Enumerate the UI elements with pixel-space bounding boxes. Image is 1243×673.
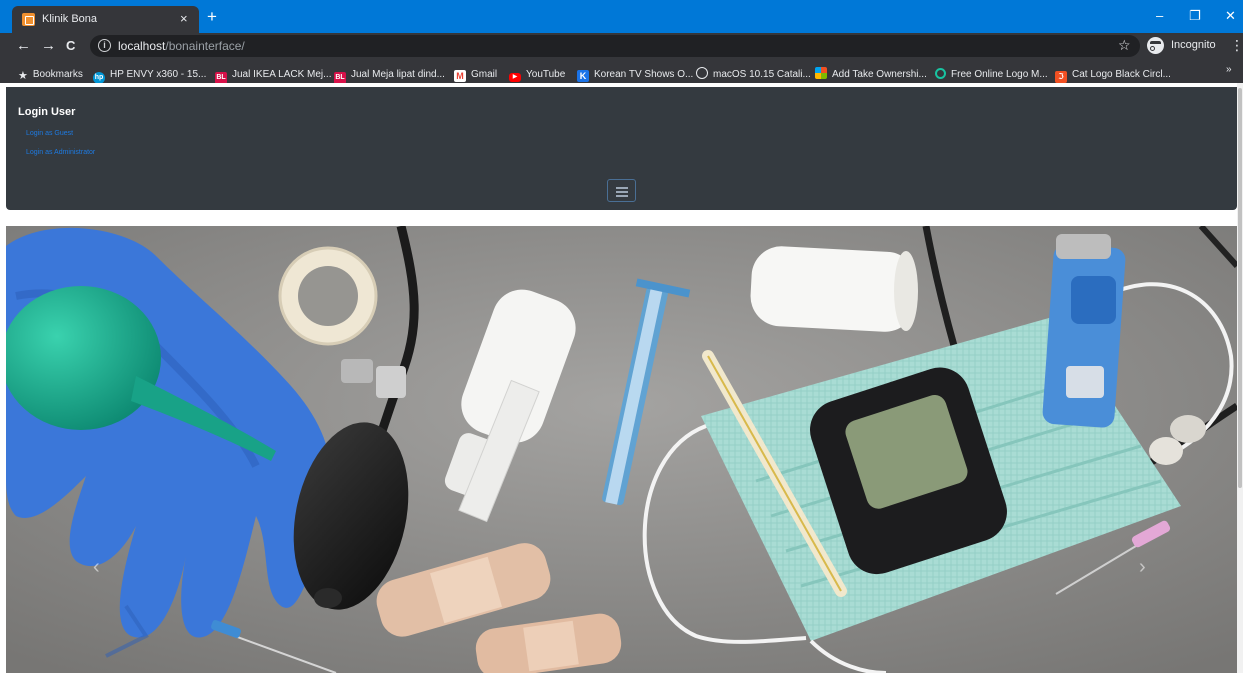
login-admin-link[interactable]: Login as Administrator — [26, 149, 95, 156]
bookmarks-bar: ★ Bookmarks hp HP ENVY x360 - 15... BL Jual… — [0, 59, 1243, 84]
site-info-icon[interactable]: i — [98, 39, 111, 52]
bookmark-gmail[interactable]: M Gmail — [454, 64, 497, 82]
page-scrollbar[interactable] — [1237, 83, 1243, 673]
medical-supplies-image — [6, 226, 1237, 673]
carousel-prev-icon[interactable]: ‹ — [93, 556, 100, 579]
forward-icon[interactable]: → — [41, 37, 56, 54]
bookmark-meja-lipat[interactable]: BL Jual Meja lipat dind... — [334, 64, 445, 84]
bookmark-korean-tv[interactable]: K Korean TV Shows O... — [577, 64, 693, 82]
url-text: localhost/bonainterface/ — [118, 39, 245, 53]
klinik-favicon-icon — [22, 13, 35, 26]
k-icon: K — [577, 70, 589, 82]
carousel-next-icon[interactable]: › — [1139, 556, 1146, 579]
incognito-icon — [1147, 37, 1164, 54]
bookmark-macos-catalina[interactable]: macOS 10.15 Catali... — [696, 64, 811, 80]
clock-icon — [696, 67, 708, 79]
gmail-icon: M — [454, 70, 466, 82]
bookmark-cat-logo[interactable]: ℑ Cat Logo Black Circl... — [1055, 64, 1171, 83]
browser-tab[interactable]: Klinik Bona × — [12, 6, 199, 33]
hamburger-icon — [616, 187, 628, 189]
navbar-toggler-button[interactable] — [607, 179, 636, 202]
browser-toolbar: ← → C i localhost/bonainterface/ ☆ Incog… — [0, 33, 1243, 59]
page-content: Login User Login as Guest Login as Admin… — [0, 83, 1243, 673]
close-window-icon[interactable]: ✕ — [1225, 8, 1236, 24]
bookmark-take-ownership[interactable]: Add Take Ownershi... — [815, 64, 927, 80]
incognito-profile-button[interactable]: Incognito — [1145, 36, 1220, 56]
tab-title: Klinik Bona — [42, 13, 98, 25]
incognito-label: Incognito — [1171, 39, 1216, 51]
minimize-icon[interactable]: – — [1156, 8, 1163, 23]
windows-icon — [815, 67, 827, 79]
bookmark-hp-envy[interactable]: hp HP ENVY x360 - 15... — [93, 64, 206, 84]
bookmark-youtube[interactable]: ▶ YouTube — [509, 64, 565, 82]
tab-close-icon[interactable]: × — [180, 11, 188, 26]
login-user-heading: Login User — [18, 106, 76, 118]
reload-icon[interactable]: C — [66, 38, 75, 53]
bookmark-free-logo[interactable]: Free Online Logo M... — [935, 64, 1048, 80]
back-icon[interactable]: ← — [16, 37, 31, 54]
bookmark-bookmarks[interactable]: ★ Bookmarks — [18, 64, 83, 82]
login-guest-link[interactable]: Login as Guest — [26, 130, 73, 137]
new-tab-icon[interactable]: + — [207, 8, 217, 25]
logo-icon — [935, 68, 946, 79]
bookmark-ikea-lack[interactable]: BL Jual IKEA LACK Mej... — [215, 64, 332, 84]
star-icon: ★ — [18, 70, 28, 82]
browser-title-bar: Klinik Bona × + – ❐ ✕ — [0, 0, 1243, 33]
browser-menu-icon[interactable]: ⋮ — [1230, 37, 1243, 54]
restore-icon[interactable]: ❐ — [1189, 8, 1201, 24]
youtube-icon: ▶ — [509, 73, 521, 82]
cat-logo-icon: ℑ — [1055, 71, 1067, 83]
carousel: ‹ › — [6, 226, 1237, 673]
address-bar[interactable]: i localhost/bonainterface/ ☆ — [90, 35, 1140, 57]
navbar: Login User Login as Guest Login as Admin… — [6, 87, 1237, 210]
scrollbar-thumb[interactable] — [1238, 88, 1242, 488]
more-bookmarks-icon[interactable]: » — [1226, 64, 1232, 75]
bookmark-star-icon[interactable]: ☆ — [1118, 37, 1131, 54]
